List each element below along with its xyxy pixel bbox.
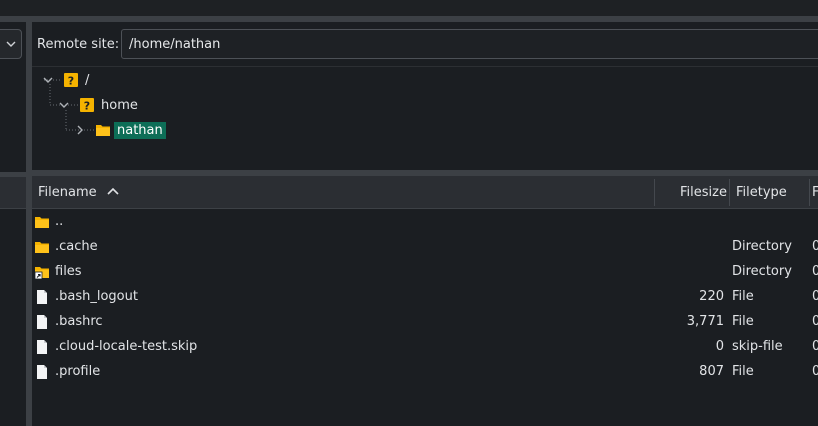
file-row[interactable]: .bash_logout 220 File 0 — [32, 285, 818, 310]
file-row[interactable]: .cloud-locale-test.skip 0 skip-file 0 — [32, 335, 818, 360]
file-last-modified: 0 — [812, 289, 818, 304]
file-name: .. — [55, 214, 64, 229]
column-separator[interactable] — [729, 179, 730, 206]
file-last-modified: 0 — [812, 364, 818, 379]
file-size: 220 — [699, 289, 724, 304]
column-header-label: F — [812, 185, 818, 200]
column-header-lastmodified[interactable]: F — [812, 176, 818, 209]
file-icon — [37, 340, 47, 354]
file-type: File — [732, 364, 754, 379]
local-pane — [0, 22, 26, 426]
remote-site-path-input[interactable] — [121, 29, 818, 59]
tree-node-label: home — [101, 97, 138, 113]
column-header-label: Filename — [38, 185, 97, 200]
column-header-filename[interactable]: Filename — [38, 176, 119, 209]
column-separator[interactable] — [809, 179, 810, 206]
file-last-modified: 0 — [812, 339, 818, 354]
file-size: 0 — [715, 339, 724, 354]
column-header-filetype[interactable]: Filetype — [736, 176, 787, 209]
folder-icon — [96, 125, 110, 136]
folder-icon — [35, 242, 49, 253]
tree-node-root[interactable]: ? / — [40, 71, 92, 89]
tree-node-label: / — [85, 72, 90, 88]
file-icon — [37, 315, 47, 329]
file-row[interactable]: files Directory 0 — [32, 260, 818, 285]
file-last-modified: 0 — [812, 314, 818, 329]
file-type: File — [732, 314, 754, 329]
column-header-label: Filetype — [736, 185, 787, 200]
column-header-filesize[interactable]: Filesize — [680, 176, 727, 209]
file-name: .profile — [55, 364, 101, 379]
unknown-folder-icon: ? — [64, 73, 78, 88]
column-header-label: Filesize — [680, 185, 727, 200]
file-list-header: Filename Filesize Filetype F — [32, 176, 818, 209]
top-toolbar-strip — [0, 0, 818, 16]
folder-link-icon — [34, 267, 49, 280]
svg-text:?: ? — [68, 75, 74, 88]
file-row[interactable]: .cache Directory 0 — [32, 235, 818, 260]
file-name: files — [55, 264, 82, 279]
remote-site-label: Remote site: — [37, 37, 120, 52]
remote-file-list: .. .cache Directory 0 files Directory 0 — [32, 210, 818, 426]
file-size: 807 — [699, 364, 724, 379]
file-row[interactable]: .bashrc 3,771 File 0 — [32, 310, 818, 335]
sort-ascending-icon — [107, 187, 119, 195]
file-name: .bashrc — [55, 314, 103, 329]
remote-site-bar: Remote site: — [32, 22, 818, 66]
tree-node-nathan[interactable]: nathan — [72, 121, 166, 139]
local-file-list-header — [0, 177, 26, 209]
file-last-modified: 0 — [812, 239, 818, 254]
file-type: File — [732, 289, 754, 304]
file-name: .cloud-locale-test.skip — [55, 339, 198, 354]
file-row[interactable]: .. — [32, 210, 818, 235]
file-row[interactable]: .profile 807 File 0 — [32, 360, 818, 385]
tree-node-label-selected: nathan — [114, 121, 166, 139]
chevron-down-icon — [6, 41, 16, 47]
unknown-folder-icon: ? — [80, 98, 94, 113]
local-site-dropdown[interactable] — [0, 29, 22, 59]
file-icon — [37, 365, 47, 379]
remote-directory-tree: ? / ? home nathan — [32, 66, 818, 170]
tree-node-home[interactable]: ? home — [56, 96, 141, 114]
file-type: Directory — [732, 239, 792, 254]
file-size: 3,771 — [686, 314, 724, 329]
file-last-modified: 0 — [812, 264, 818, 279]
file-type: Directory — [732, 264, 792, 279]
chevron-down-icon[interactable] — [40, 72, 56, 88]
svg-text:?: ? — [84, 100, 90, 113]
file-name: .bash_logout — [55, 289, 138, 304]
chevron-right-icon[interactable] — [72, 122, 88, 138]
file-name: .cache — [55, 239, 98, 254]
file-icon — [37, 290, 47, 304]
chevron-down-icon[interactable] — [56, 97, 72, 113]
folder-icon — [35, 217, 49, 228]
column-separator[interactable] — [654, 179, 655, 206]
file-type: skip-file — [732, 339, 783, 354]
